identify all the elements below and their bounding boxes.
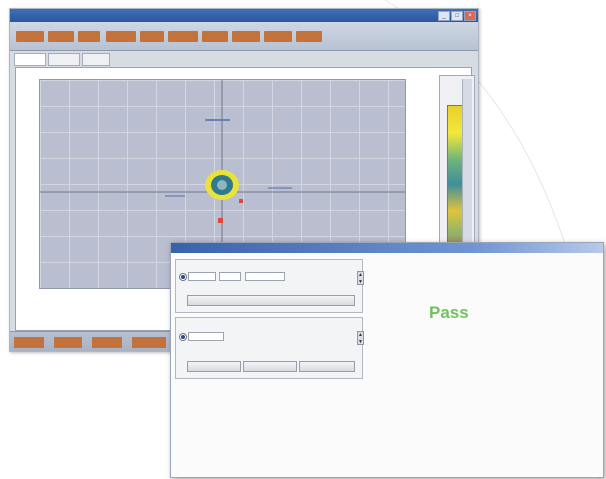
table-cell (443, 432, 473, 444)
table-cell (327, 420, 353, 432)
table-row-label (211, 396, 301, 408)
pass-status: Pass (429, 303, 469, 322)
red-marker (218, 218, 223, 223)
table-header (301, 384, 327, 396)
table-header (211, 384, 301, 396)
table-cell (301, 408, 327, 420)
table-header-row (211, 384, 473, 396)
table-cell (443, 396, 473, 408)
close-button[interactable]: × (464, 11, 476, 21)
view-tabs (14, 53, 110, 66)
group1-field-a[interactable] (188, 272, 216, 281)
toolbar-button-9[interactable] (264, 31, 292, 42)
tab-2[interactable] (48, 53, 80, 66)
toolbar-button-7[interactable] (202, 31, 228, 42)
toolbar-button-8[interactable] (232, 31, 260, 42)
group1-radio[interactable] (179, 273, 187, 281)
results-dialog: ▲ ▼ ▲ ▼ Pass (170, 242, 604, 478)
bottom-button-3[interactable] (92, 337, 122, 348)
toolbar-button-10[interactable] (296, 31, 322, 42)
table-row (211, 432, 473, 444)
toolbar-button-2[interactable] (48, 31, 74, 42)
group2-radio[interactable] (179, 333, 187, 341)
toolbar-button-5[interactable] (140, 31, 164, 42)
table-cell (353, 420, 383, 432)
group2-button-2[interactable] (243, 361, 297, 372)
table-cell (413, 432, 443, 444)
bottom-button-4[interactable] (132, 337, 166, 348)
group2-button-1[interactable] (187, 361, 241, 372)
table-cell (353, 432, 383, 444)
table-cell (301, 396, 327, 408)
table-cell (301, 420, 327, 432)
toolbar-button-3[interactable] (78, 31, 100, 42)
table-cell (443, 408, 473, 420)
table-cell (413, 408, 443, 420)
group2-field-a[interactable] (188, 332, 224, 341)
table-cell (353, 408, 383, 420)
table-header (413, 384, 443, 396)
table-header (383, 384, 413, 396)
dialog-title-bar (171, 243, 603, 253)
table-cell (443, 420, 473, 432)
table-cell (413, 396, 443, 408)
table-cell (383, 408, 413, 420)
red-marker-small (239, 199, 243, 203)
group1-field-c[interactable] (245, 272, 285, 281)
table-row-label (211, 432, 301, 444)
table-row-label (211, 408, 301, 420)
bottom-button-2[interactable] (54, 337, 82, 348)
table-row (211, 408, 473, 420)
table-row (211, 420, 473, 432)
table-row (211, 396, 473, 408)
table-header (443, 384, 473, 396)
table-cell (327, 408, 353, 420)
table-cell (383, 432, 413, 444)
table-cell (383, 396, 413, 408)
table-cell (413, 420, 443, 432)
toolbar-button-6[interactable] (168, 31, 198, 42)
tab-1[interactable] (14, 53, 46, 66)
table-cell (327, 432, 353, 444)
toolbar-button-4[interactable] (106, 31, 136, 42)
maximize-button[interactable]: □ (451, 11, 463, 21)
window-controls: _ □ × (438, 11, 476, 21)
table-cell (327, 396, 353, 408)
bottom-button-1[interactable] (14, 337, 44, 348)
back-title-bar: _ □ × (10, 9, 478, 22)
table-cell (301, 432, 327, 444)
table-row-label (211, 420, 301, 432)
group2-stepper[interactable]: ▲ ▼ (357, 331, 364, 345)
table-header (327, 384, 353, 396)
tab-3[interactable] (82, 53, 110, 66)
results-table (211, 384, 473, 444)
group2-button-3[interactable] (299, 361, 355, 372)
toolbar-button-1[interactable] (16, 31, 44, 42)
toolbar (10, 22, 478, 51)
table-cell (383, 420, 413, 432)
group1-wide-button[interactable] (187, 295, 355, 306)
group1-field-b[interactable] (219, 272, 241, 281)
table-cell (353, 396, 383, 408)
color-scale-bar (447, 105, 463, 257)
target-center (217, 180, 227, 190)
group1-stepper[interactable]: ▲ ▼ (357, 271, 364, 285)
minimize-button[interactable]: _ (438, 11, 450, 21)
table-header (353, 384, 383, 396)
